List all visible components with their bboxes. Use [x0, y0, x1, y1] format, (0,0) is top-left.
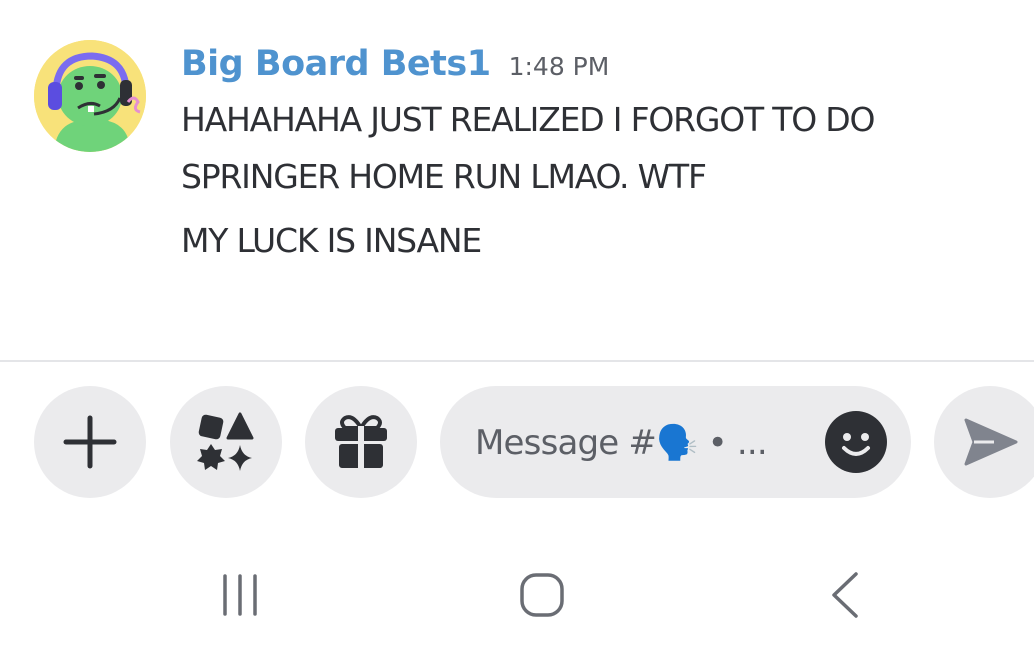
message-text-line: MY LUCK IS INSANE: [181, 221, 482, 260]
timestamp: 1:48 PM: [508, 52, 610, 81]
discord-chat-screen: Big Board Bets1 1:48 PM HAHAHAHA JUST REA…: [0, 0, 1034, 656]
message-input[interactable]: Message #🗣️ • ...: [440, 386, 911, 498]
message-header: Big Board Bets1 1:48 PM: [181, 44, 609, 84]
send-icon: [964, 418, 1018, 466]
back-button[interactable]: [815, 565, 875, 625]
recents-button[interactable]: [210, 565, 270, 625]
gift-icon: [335, 415, 387, 470]
message-text-line: HAHAHAHA JUST REALIZED I FORGOT TO DO: [181, 100, 875, 139]
plus-icon: [63, 415, 117, 469]
recents-icon: [223, 574, 257, 616]
message-placeholder: Message #🗣️ • ...: [475, 423, 768, 463]
smiley-icon: [825, 411, 887, 473]
home-button[interactable]: [512, 565, 572, 625]
apps-icon: [197, 412, 254, 471]
message-text-line: SPRINGER HOME RUN LMAO. WTF: [181, 157, 707, 196]
username[interactable]: Big Board Bets1: [181, 44, 491, 84]
gift-button[interactable]: [305, 386, 417, 498]
avatar-icon: [34, 40, 146, 152]
back-icon: [832, 572, 858, 618]
avatar[interactable]: [34, 40, 146, 152]
add-attachment-button[interactable]: [34, 386, 146, 498]
divider: [0, 360, 1034, 362]
home-icon: [520, 573, 564, 617]
chat-message[interactable]: Big Board Bets1 1:48 PM HAHAHAHA JUST REA…: [0, 0, 1034, 360]
send-button[interactable]: [934, 386, 1034, 498]
apps-button[interactable]: [170, 386, 282, 498]
emoji-button[interactable]: [825, 411, 887, 473]
